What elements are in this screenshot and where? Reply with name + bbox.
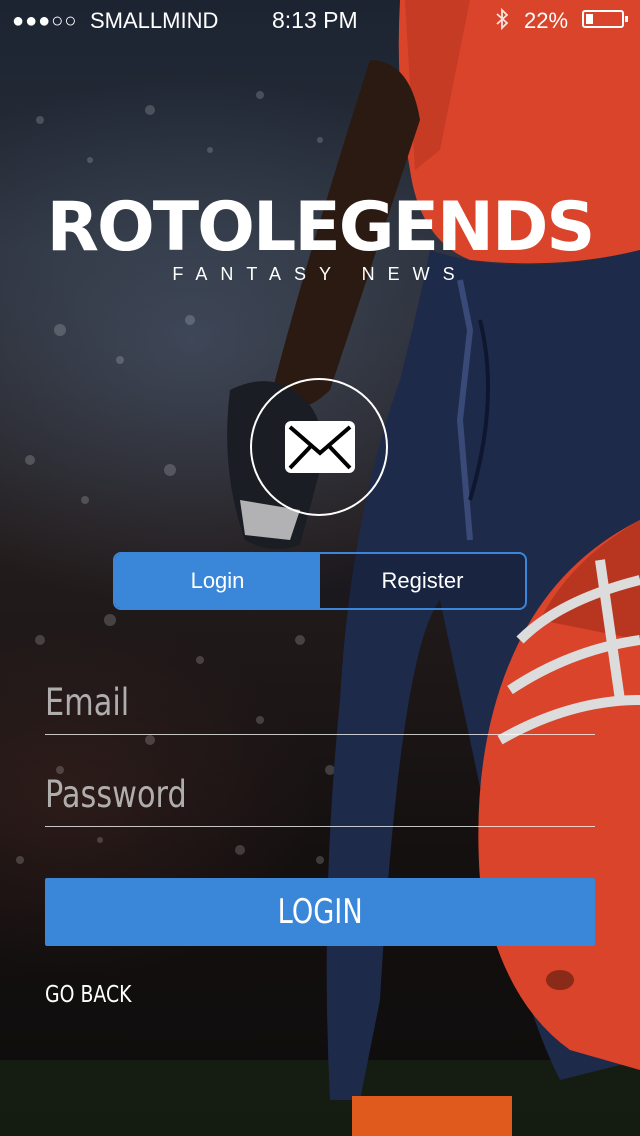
app-logo-title: ROTOLEGENDS [46,188,596,267]
status-time: 8:13 PM [272,7,358,33]
login-button[interactable]: LOGIN [45,878,595,946]
login-button-label: LOGIN [277,892,363,932]
envelope-icon [285,421,355,473]
carrier-name: SMALLMIND [90,8,219,33]
tab-login[interactable]: Login [115,554,320,608]
password-field[interactable] [45,762,496,826]
password-field-container [45,762,595,827]
battery-percent: 22% [524,8,569,33]
email-field[interactable] [45,670,496,734]
login-register-toggle: Login Register [113,552,527,610]
mail-icon-circle [250,378,388,516]
battery-icon [582,10,628,28]
bluetooth-icon [495,7,509,36]
login-screen: ●●●○○ SMALLMIND 8:13 PM 22% ROTOLEGENDS … [0,0,640,1136]
email-field-container [45,670,595,735]
signal-strength-icon: ●●●○○ [12,10,78,32]
go-back-link[interactable]: GO BACK [45,982,132,1008]
status-bar: ●●●○○ SMALLMIND 8:13 PM 22% [0,0,640,40]
tab-register[interactable]: Register [320,554,525,608]
app-logo-subtitle: FANTASY NEWS [172,264,468,284]
